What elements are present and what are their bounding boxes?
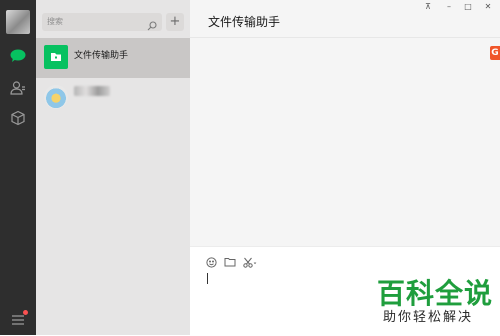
- pin-icon[interactable]: ⊼: [420, 2, 436, 14]
- conversation-name: 文件传输助手: [74, 51, 129, 61]
- maximize-icon[interactable]: □: [460, 2, 476, 14]
- text-caret: [207, 273, 208, 284]
- search-placeholder: 搜索: [47, 17, 63, 26]
- chat-icon[interactable]: [6, 44, 30, 68]
- emoji-icon[interactable]: [206, 256, 217, 268]
- title-divider: [190, 37, 500, 38]
- conversation-item-contact[interactable]: [36, 78, 190, 118]
- user-avatar[interactable]: [6, 10, 30, 34]
- search-icon: [147, 16, 157, 35]
- minimize-icon[interactable]: –: [441, 2, 457, 14]
- favorites-cube-icon[interactable]: [6, 106, 30, 130]
- add-button[interactable]: +: [166, 13, 184, 31]
- scissors-icon[interactable]: [243, 256, 257, 268]
- folder-icon: [44, 45, 68, 69]
- conversation-item-file-transfer[interactable]: 文件传输助手: [36, 38, 190, 78]
- menu-icon[interactable]: [6, 308, 30, 332]
- notification-dot: [23, 310, 28, 315]
- search-input[interactable]: 搜索: [42, 13, 162, 31]
- conversation-list-panel: 搜索 + 文件传输助手: [36, 0, 190, 335]
- folder-icon[interactable]: [224, 256, 236, 268]
- side-badge[interactable]: G: [490, 46, 500, 60]
- contacts-icon[interactable]: [6, 76, 30, 100]
- watermark-subtitle: 助你轻松解决: [383, 310, 474, 325]
- chat-title: 文件传输助手: [208, 15, 281, 29]
- close-icon[interactable]: ✕: [480, 2, 496, 14]
- blurred-contact-name: [74, 86, 110, 96]
- left-nav-bar: [0, 0, 36, 335]
- contact-avatar: [44, 85, 68, 109]
